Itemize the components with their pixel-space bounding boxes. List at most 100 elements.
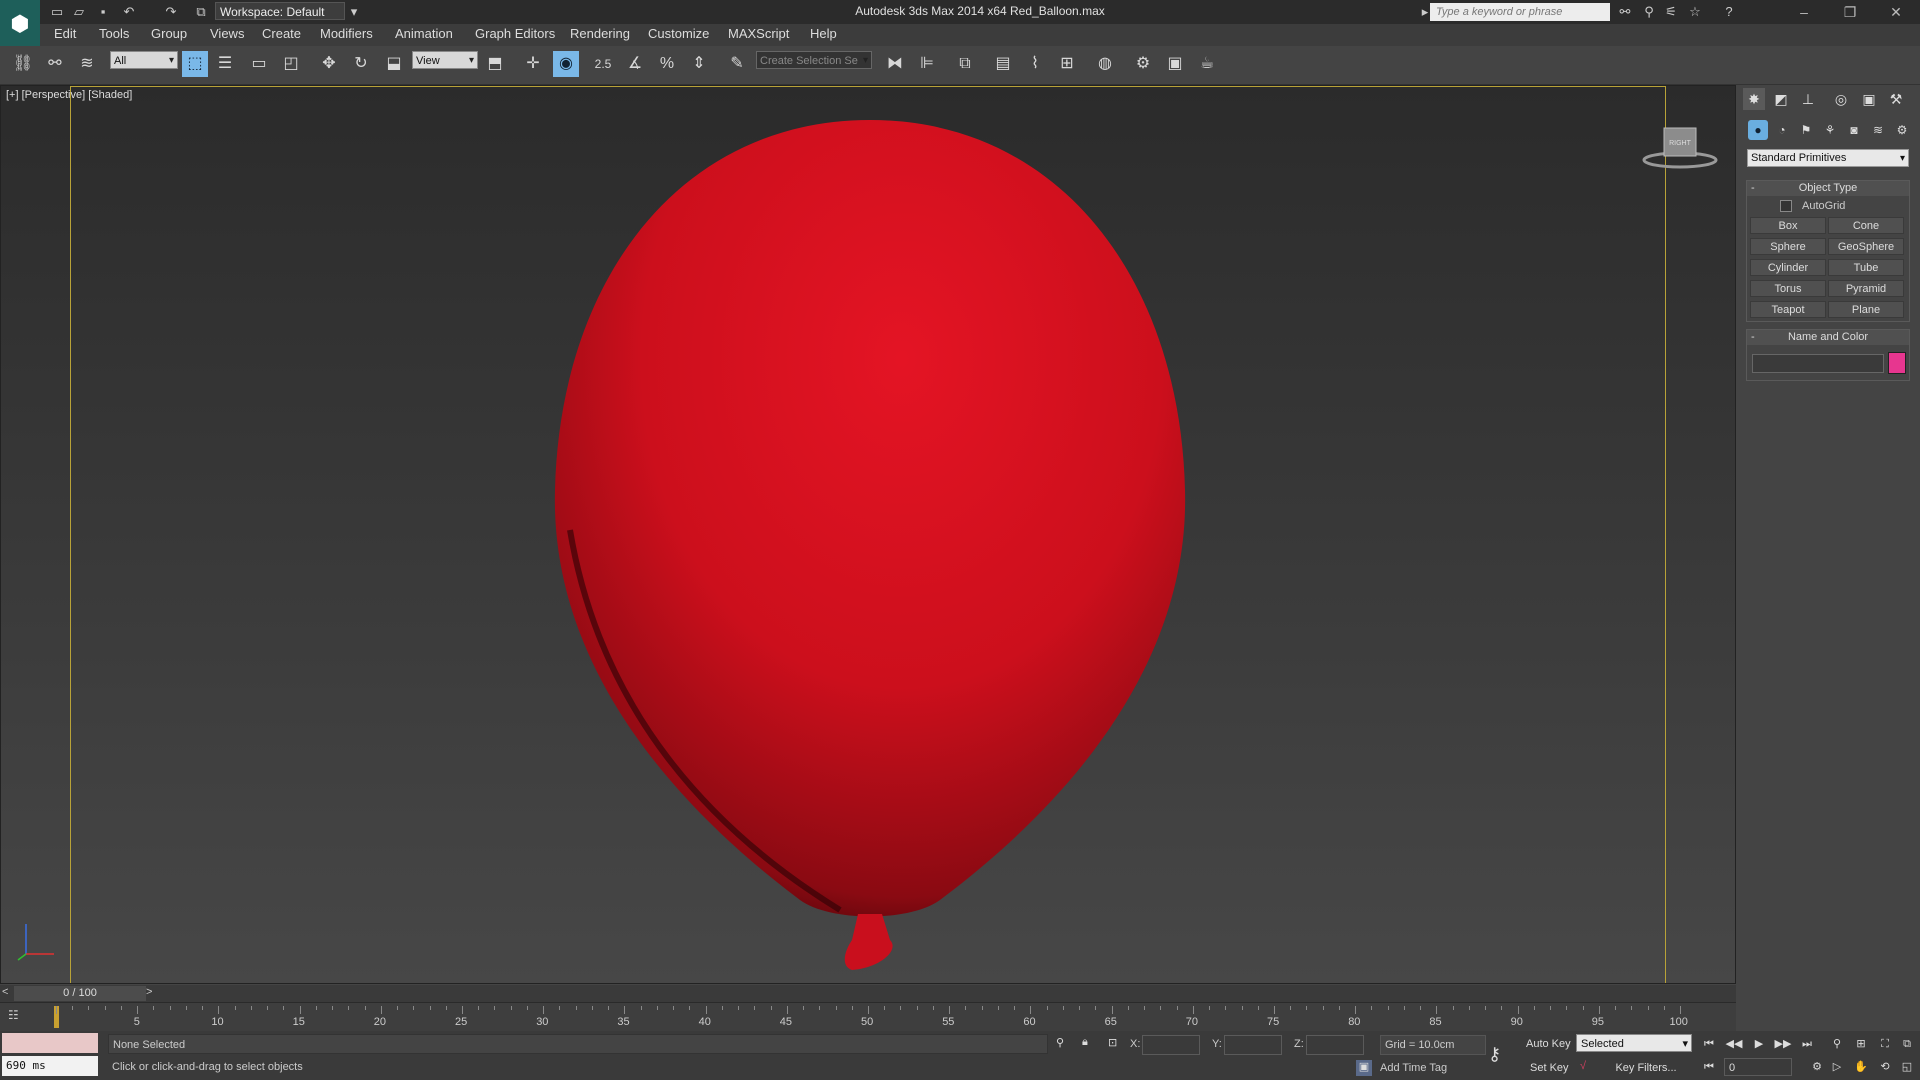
menu-customize[interactable]: Customize	[648, 26, 709, 41]
quick-access-menu-icon[interactable]: ▾	[345, 3, 363, 21]
cameras-icon[interactable]: ⚘	[1820, 120, 1840, 140]
mirror-icon[interactable]: ⧓	[882, 51, 908, 77]
material-editor-icon[interactable]: ◍	[1092, 51, 1118, 77]
close-icon[interactable]: ✕	[1876, 0, 1916, 24]
pyramid-button[interactable]: Pyramid	[1828, 280, 1904, 297]
selection-filter-dropdown[interactable]: All	[110, 51, 178, 70]
teapot-button[interactable]: Teapot	[1750, 301, 1826, 318]
restore-icon[interactable]: ❐	[1830, 0, 1870, 24]
field-of-view-icon[interactable]: ▷	[1828, 1058, 1846, 1076]
menu-create[interactable]: Create	[262, 26, 301, 41]
graphite-ribbon-icon[interactable]: ▤	[990, 51, 1016, 77]
edit-named-selection-icon[interactable]: ✎	[724, 51, 750, 77]
set-key-button[interactable]: Set Key	[1530, 1062, 1569, 1074]
align-icon[interactable]: ⊫	[914, 51, 940, 77]
minimize-icon[interactable]: –	[1784, 0, 1824, 24]
keyboard-shortcut-override-icon[interactable]: ◉	[553, 51, 579, 77]
isolate-selection-icon[interactable]: ⚲	[1056, 1036, 1064, 1049]
menu-group[interactable]: Group	[151, 26, 187, 41]
key-filters-button[interactable]: Key Filters...	[1600, 1059, 1692, 1077]
unlink-icon[interactable]: ⚯	[42, 51, 68, 77]
absolute-mode-icon[interactable]: ⊡	[1108, 1036, 1117, 1049]
hierarchy-tab-icon[interactable]: ⊥	[1797, 88, 1819, 110]
geosphere-button[interactable]: GeoSphere	[1828, 238, 1904, 255]
menu-modifiers[interactable]: Modifiers	[320, 26, 373, 41]
auto-key-button[interactable]: Auto Key	[1526, 1038, 1571, 1050]
move-icon[interactable]: ✥	[316, 51, 342, 77]
time-configuration-icon[interactable]: ⚙	[1808, 1058, 1826, 1076]
space-warps-icon[interactable]: ≋	[1868, 120, 1888, 140]
object-name-field[interactable]	[1752, 354, 1884, 373]
box-button[interactable]: Box	[1750, 217, 1826, 234]
time-slider-prev-button[interactable]: <	[2, 986, 8, 998]
orbit-icon[interactable]: ⟲	[1876, 1058, 1894, 1076]
create-tab-icon[interactable]: ✸	[1743, 88, 1765, 110]
project-folder-icon[interactable]: ⧉	[192, 3, 210, 21]
schematic-view-icon[interactable]: ⊞	[1054, 51, 1080, 77]
go-to-start-icon[interactable]: ⏮	[1700, 1035, 1718, 1053]
snaps-toggle-icon[interactable]: 2.5	[590, 51, 616, 77]
helpers-icon[interactable]: ◙	[1844, 120, 1864, 140]
lights-icon[interactable]: ⚑	[1796, 120, 1816, 140]
utilities-tab-icon[interactable]: ⚒	[1885, 88, 1907, 110]
menu-graph-editors[interactable]: Graph Editors	[475, 26, 555, 41]
geometry-icon[interactable]: ●	[1748, 120, 1768, 140]
pan-view-icon[interactable]: ✋	[1852, 1058, 1870, 1076]
z-coordinate-field[interactable]	[1306, 1035, 1364, 1055]
y-coordinate-field[interactable]	[1224, 1035, 1282, 1055]
zoom-extents-all-icon[interactable]: ⧉	[1898, 1035, 1916, 1053]
sphere-button[interactable]: Sphere	[1750, 238, 1826, 255]
object-type-header[interactable]: - Object Type	[1747, 181, 1909, 196]
search-input[interactable]: Type a keyword or phrase	[1430, 3, 1610, 21]
plane-button[interactable]: Plane	[1828, 301, 1904, 318]
cone-button[interactable]: Cone	[1828, 217, 1904, 234]
menu-help[interactable]: Help	[810, 26, 837, 41]
selection-lock-icon[interactable]: 🔒︎	[1082, 1036, 1088, 1049]
curve-editor-icon[interactable]: ⌇	[1022, 51, 1048, 77]
rotate-icon[interactable]: ↻	[348, 51, 374, 77]
add-time-tag[interactable]: Add Time Tag	[1380, 1062, 1447, 1074]
undo-icon[interactable]: ↶	[120, 3, 138, 21]
select-manipulate-icon[interactable]: ✛	[520, 51, 546, 77]
rendered-frame-window-icon[interactable]: ▣	[1162, 51, 1188, 77]
key-tangent-icon[interactable]: √	[1580, 1060, 1586, 1072]
zoom-extents-icon[interactable]: ⛶	[1876, 1035, 1894, 1053]
menu-tools[interactable]: Tools	[99, 26, 129, 41]
favorites-star-icon[interactable]: ☆	[1686, 3, 1704, 21]
workspace-dropdown[interactable]: Workspace: Default	[215, 2, 345, 20]
previous-frame-icon[interactable]: ◀◀	[1725, 1035, 1743, 1053]
redo-icon[interactable]: ↷	[162, 3, 180, 21]
communication-center-icon[interactable]: ⚟	[1662, 3, 1680, 21]
rectangular-selection-icon[interactable]: ▭	[246, 51, 272, 77]
viewcube-icon[interactable]: RIGHT	[1640, 124, 1720, 170]
window-crossing-icon[interactable]: ◰	[278, 51, 304, 77]
new-file-icon[interactable]: ▭	[48, 3, 66, 21]
bind-space-warp-icon[interactable]: ≋	[74, 51, 100, 77]
modify-tab-icon[interactable]: ◩	[1770, 88, 1792, 110]
menu-maxscript[interactable]: MAXScript	[728, 26, 789, 41]
layer-manager-icon[interactable]: ⧉	[952, 51, 978, 77]
time-slider-thumb[interactable]: 0 / 100	[14, 986, 146, 1001]
set-key-icon[interactable]: ⚷	[1488, 1044, 1501, 1065]
key-mode-dropdown[interactable]: Selected	[1576, 1034, 1692, 1053]
render-production-icon[interactable]: ☕	[1194, 51, 1220, 77]
spinner-snap-icon[interactable]: ⇕	[686, 51, 712, 77]
time-tag-icon[interactable]: ▣	[1356, 1060, 1372, 1076]
help-icon[interactable]: ?	[1720, 3, 1738, 21]
object-category-dropdown[interactable]: Standard Primitives	[1747, 149, 1909, 167]
torus-button[interactable]: Torus	[1750, 280, 1826, 297]
zoom-all-icon[interactable]: ⊞	[1852, 1035, 1870, 1053]
x-coordinate-field[interactable]	[1142, 1035, 1200, 1055]
play-icon[interactable]: ▶	[1750, 1035, 1768, 1053]
systems-icon[interactable]: ⚙	[1892, 120, 1912, 140]
time-slider[interactable]	[0, 985, 1736, 1002]
current-frame-field[interactable]: 0	[1724, 1058, 1792, 1076]
key-mode-toggle-icon[interactable]: ⏮	[1700, 1058, 1718, 1076]
next-frame-icon[interactable]: ▶▶	[1774, 1035, 1792, 1053]
motion-tab-icon[interactable]: ◎	[1830, 88, 1852, 110]
maxscript-listener[interactable]	[2, 1033, 98, 1053]
select-object-icon[interactable]: ⬚	[182, 51, 208, 77]
menu-animation[interactable]: Animation	[395, 26, 453, 41]
curve-editor-mini-icon[interactable]: ☷	[8, 1008, 30, 1024]
red-balloon-object[interactable]	[540, 110, 1200, 980]
